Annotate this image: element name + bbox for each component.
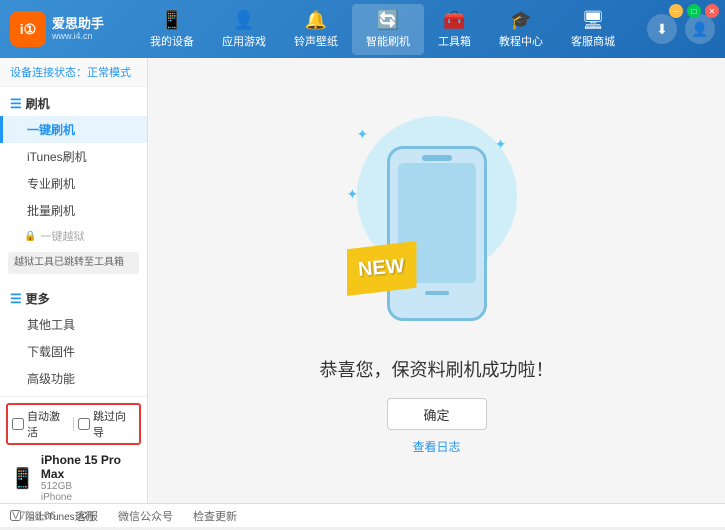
logo-icon: i① (10, 11, 46, 47)
close-button[interactable]: ✕ (705, 4, 719, 18)
flash-icon: 🔄 (377, 10, 399, 31)
device-details: iPhone 15 Pro Max 512GB iPhone (41, 453, 137, 503)
sidebar-item-itunes-flash[interactable]: iTunes刷机 (0, 143, 147, 170)
skip-guide-input[interactable] (78, 418, 90, 430)
nav-ringtone[interactable]: 🔔 铃声壁纸 (280, 4, 352, 55)
success-title: 恭喜您，保资料刷机成功啦！ (320, 356, 554, 382)
device-icon: 📱 (161, 10, 183, 31)
app-header: i① 爱思助手 www.i4.cn 📱 我的设备 👤 应用游戏 🔔 铃声壁纸 🔄 (0, 0, 725, 58)
sidebar: 设备连接状态：正常模式 ☰ 刷机 一键刷机 iTunes刷机 专业刷机 批量刷机 (0, 58, 148, 503)
sidebar-item-download-firmware[interactable]: 下载固件 (0, 338, 147, 365)
phone-outer (387, 146, 487, 321)
sidebar-item-advanced[interactable]: 高级功能 (0, 365, 147, 392)
checkbox-divider (73, 417, 74, 431)
more-section-icon: ☰ (10, 291, 22, 307)
logo-area: i① 爱思助手 www.i4.cn (10, 11, 130, 47)
main-content: ✦ ✦ ✦ NEW 恭喜您，保资料刷机成功啦！ 确定 查看 (148, 58, 725, 503)
flash-section-icon: ☰ (10, 96, 22, 112)
ringtone-icon: 🔔 (305, 10, 327, 31)
success-illustration: ✦ ✦ ✦ NEW (337, 106, 537, 336)
sidebar-item-other-tools[interactable]: 其他工具 (0, 311, 147, 338)
user-button[interactable]: 👤 (685, 14, 715, 44)
nav-tutorial[interactable]: 🎓 教程中心 (485, 4, 557, 55)
lock-icon: 🔒 (24, 231, 36, 242)
auto-activate-input[interactable] (12, 418, 24, 430)
window-controls: ─ □ ✕ (669, 4, 719, 18)
toolbox-icon: 🧰 (443, 10, 465, 31)
phone-button (425, 291, 449, 295)
sidebar-item-one-key-flash[interactable]: 一键刷机 (0, 116, 147, 143)
nav-my-device[interactable]: 📱 我的设备 (136, 4, 208, 55)
service-icon: 🖥 (582, 10, 605, 31)
app-body: 设备连接状态：正常模式 ☰ 刷机 一键刷机 iTunes刷机 专业刷机 批量刷机 (0, 58, 725, 503)
apps-icon: 👤 (233, 10, 255, 31)
new-label: NEW (357, 255, 405, 282)
nav-service[interactable]: 🖥 客服商城 (557, 4, 629, 55)
logo-text: 爱思助手 www.i4.cn (52, 16, 104, 42)
nav-apps-games[interactable]: 👤 应用游戏 (208, 4, 280, 55)
sidebar-item-pro-flash[interactable]: 专业刷机 (0, 170, 147, 197)
download-button[interactable]: ⬇ (647, 14, 677, 44)
nav-smart-flash[interactable]: 🔄 智能刷机 (352, 4, 424, 55)
auto-activate-checkbox[interactable]: 自动激活 (12, 408, 69, 440)
header-right: ⬇ 👤 (635, 14, 715, 44)
sidebar-item-batch-flash[interactable]: 批量刷机 (0, 197, 147, 224)
sidebar-item-jailbreak-disabled: 🔒 一键越狱 (0, 224, 147, 248)
new-banner: NEW (347, 241, 417, 296)
phone-notch (422, 155, 452, 161)
skip-guide-checkbox[interactable]: 跳过向导 (78, 408, 135, 440)
log-link[interactable]: 查看日志 (412, 438, 460, 455)
confirm-button[interactable]: 确定 (387, 398, 487, 430)
tutorial-icon: 🎓 (510, 10, 532, 31)
sparkle-3: ✦ (347, 186, 359, 203)
sparkle-2: ✦ (495, 136, 507, 153)
check-update-link[interactable]: 检查更新 (193, 508, 237, 524)
nav-toolbox[interactable]: 🧰 工具箱 (424, 4, 485, 55)
sidebar-jailbreak-notice: 越狱工具已跳转至工具箱 (8, 252, 139, 274)
sparkle-1: ✦ (357, 126, 369, 143)
device-info: 📱 iPhone 15 Pro Max 512GB iPhone (6, 449, 141, 505)
device-phone-icon: 📱 (10, 466, 35, 491)
nav-bar: 📱 我的设备 👤 应用游戏 🔔 铃声壁纸 🔄 智能刷机 🧰 工具箱 🎓 (130, 4, 635, 55)
phone-illustration (387, 146, 487, 326)
minimize-button[interactable]: ─ (669, 4, 683, 18)
customer-service-link[interactable]: 客服 (76, 508, 98, 524)
wechat-link[interactable]: 微信公众号 (118, 508, 173, 524)
version-label: V7.98.66 (12, 510, 56, 522)
checkbox-row: 自动激活 跳过向导 (6, 403, 141, 445)
sidebar-status: 设备连接状态：正常模式 (0, 58, 147, 87)
more-section: ☰ 更多 其他工具 下载固件 高级功能 (0, 282, 147, 396)
flash-section: ☰ 刷机 一键刷机 iTunes刷机 专业刷机 批量刷机 🔒 一键越狱 (0, 87, 147, 282)
maximize-button[interactable]: □ (687, 4, 701, 18)
more-section-header: ☰ 更多 (0, 286, 147, 311)
flash-section-header: ☰ 刷机 (0, 91, 147, 116)
